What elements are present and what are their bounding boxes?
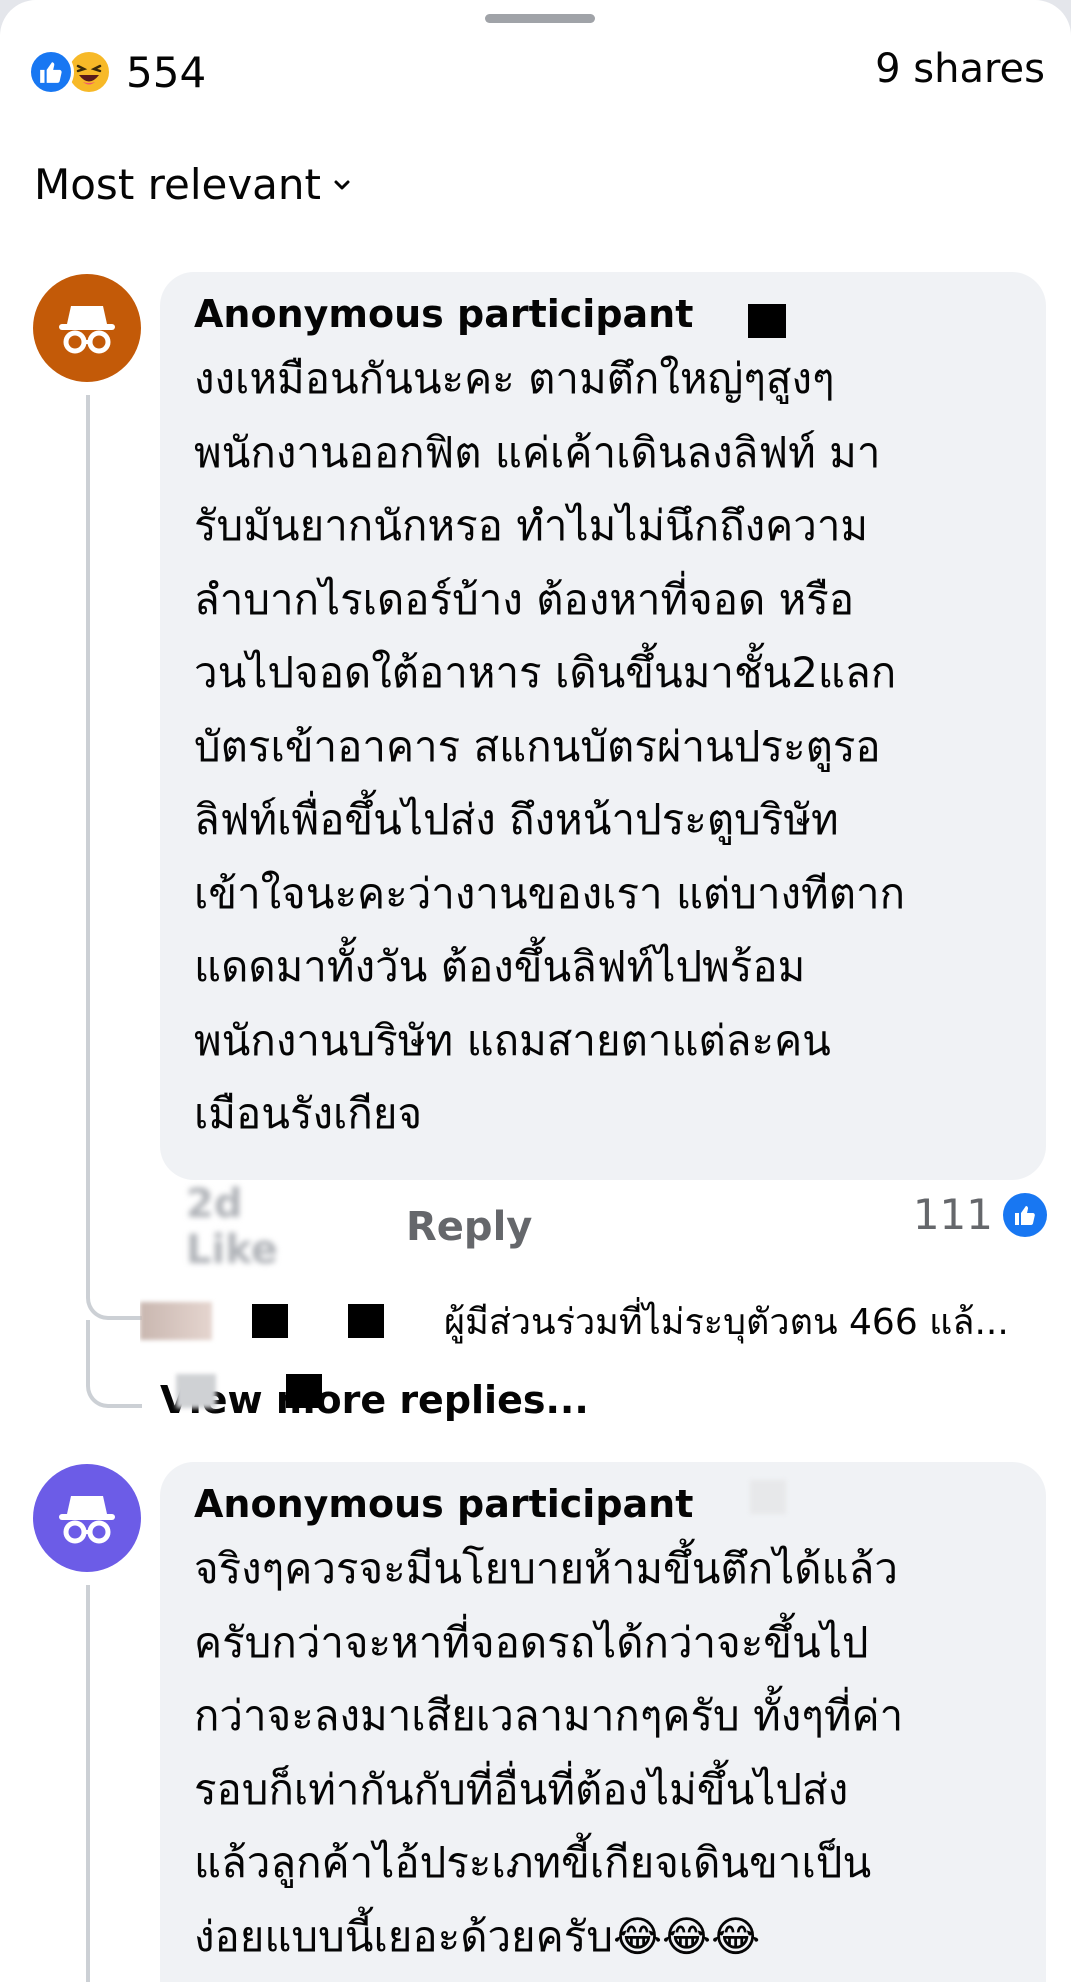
comment-bubble[interactable]: Anonymous participant งงเหมือนกันนะคะ ตา… — [160, 272, 1046, 1180]
reaction-summary[interactable]: 554 — [28, 46, 206, 98]
reaction-count: 554 — [126, 47, 207, 97]
reply-preview-text: ผู้มีส่วนร่วมที่ไม่ระบุตัวตน 466 แล้... — [444, 1301, 1009, 1343]
incognito-icon — [59, 1496, 115, 1544]
thread-line — [86, 395, 90, 1295]
shares-count[interactable]: 9 shares — [875, 46, 1045, 92]
thread-line — [86, 1585, 90, 1982]
like-count: 111 — [912, 1190, 993, 1239]
comment-line: จริงๆควรจะมีนโยบายห้ามขึ้นตึกได้แล้ว — [194, 1544, 898, 1593]
reply-button[interactable]: Reply — [406, 1204, 532, 1250]
redaction-blur — [176, 1374, 216, 1408]
comment-line: งงเหมือนกันนะคะ ตามตึกใหญ่ๆสูงๆ — [194, 354, 835, 403]
sort-dropdown[interactable]: Most relevant — [34, 160, 353, 209]
view-more-replies[interactable]: View more replies... — [160, 1378, 589, 1422]
reply-avatars — [140, 1302, 212, 1340]
comment-line: บัตรเข้าอาคาร สแกนบัตรผ่านประตูรอ — [194, 721, 881, 771]
comment-line: แล้วลูกค้าไอ้ประเภทขี้เกียจเดินขาเป็น — [194, 1838, 872, 1887]
reply-preview[interactable]: ผู้มีส่วนร่วมที่ไม่ระบุตัวตน 466 แล้... — [140, 1296, 1047, 1346]
like-icon — [28, 49, 74, 95]
comment-bubble[interactable]: Anonymous participant จริงๆควรจะมีนโยบาย… — [160, 1462, 1046, 1982]
comment-text: งงเหมือนกันนะคะ ตามตึกใหญ่ๆสูงๆ พนักงานอ… — [194, 342, 1012, 1151]
redaction-blur — [750, 1480, 786, 1514]
comment-line: กว่าจะลงมาเสียเวลามากๆครับ ทั้งๆที่ค่า — [194, 1691, 904, 1740]
comment-line: ง่อยแบบนี้เยอะด้วยครับ😂😂😂 — [194, 1911, 761, 1961]
avatar[interactable] — [33, 1464, 141, 1572]
redaction-box — [348, 1304, 384, 1338]
comment-line: พนักงานบริษัท แถมสายตาแต่ละคน — [194, 1015, 831, 1065]
incognito-icon — [59, 306, 115, 354]
comment-line: แดดมาทั้งวัน ต้องขึ้นลิฟท์ไปพร้อม — [194, 942, 806, 991]
comment-line: วนไปจอดใต้อาหาร เดินขึ้นมาชั้น2แลก — [194, 648, 897, 697]
thread-branch — [86, 1260, 142, 1320]
redaction-box — [252, 1304, 288, 1338]
drag-handle[interactable] — [485, 14, 595, 23]
comment-timestamp[interactable]: 2d Like — [186, 1181, 346, 1273]
comment-line: พนักงานออกฟิต แค่เค้าเดินลงลิฟท์ มา — [194, 427, 881, 477]
comment-line: เข้าใจนะคะว่างานของเรา แต่บางทีตาก — [194, 868, 906, 918]
sort-label: Most relevant — [34, 160, 322, 209]
redaction-box — [286, 1374, 322, 1408]
comment-line: ลำบากไรเดอร์บ้าง ต้องหาที่จอด หรือ — [194, 574, 855, 624]
avatar[interactable] — [33, 274, 141, 382]
comment-line: รอบก็เท่ากันกับที่อื่นที่ต้องไม่ขึ้นไปส่… — [194, 1764, 849, 1814]
chevron-down-icon — [334, 180, 350, 189]
comment-line: ลิฟท์เพื่อขึ้นไปส่ง ถึงหน้าประตูบริษัท — [194, 795, 839, 844]
thread-branch — [86, 1320, 142, 1408]
comment-line: รับมันยากนักหรอ ทำไมไม่นึกถึงความ — [194, 501, 869, 550]
comment-line: ครับกว่าจะหาที่จอดรถได้กว่าจะขึ้นไป — [194, 1617, 869, 1667]
comment-like-count[interactable]: 111 — [913, 1190, 1047, 1239]
like-icon — [1003, 1192, 1047, 1237]
comment-text: จริงๆควรจะมีนโยบายห้ามขึ้นตึกได้แล้ว ครั… — [194, 1532, 1012, 1973]
comment-actions: 2d Like Reply — [186, 1181, 532, 1273]
redaction-box — [748, 304, 786, 338]
comment-author[interactable]: Anonymous participant — [194, 1482, 1012, 1526]
comments-sheet: 554 9 shares Most relevant Anonymous par… — [0, 0, 1071, 1982]
comment-line: เมือนรังเกียจ — [194, 1089, 423, 1138]
comment-author[interactable]: Anonymous participant — [194, 292, 1012, 336]
